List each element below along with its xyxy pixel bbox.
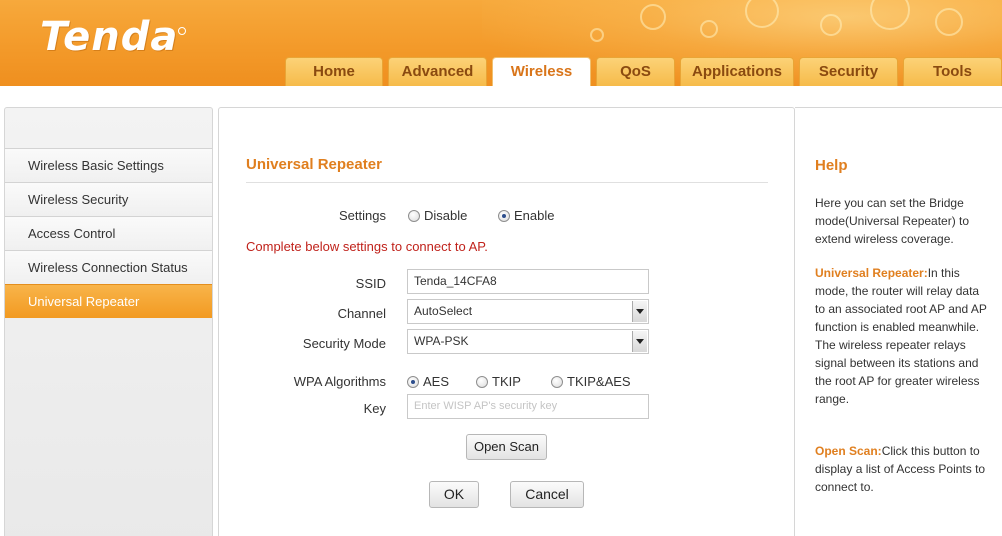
- help-title: Help: [815, 157, 848, 174]
- sidebar-item-wireless-security[interactable]: Wireless Security: [5, 182, 212, 216]
- wpa-tkip-aes-label: TKIP&AES: [567, 374, 631, 389]
- header-banner: Tenda Home Advanced Wireless QoS Applica…: [0, 0, 1002, 86]
- settings-disable-label: Disable: [424, 208, 468, 223]
- title-divider: [246, 182, 768, 183]
- help-universal-repeater: Universal Repeater:In this mode, the rou…: [815, 264, 987, 408]
- registered-mark-icon: [178, 27, 186, 35]
- security-mode-label: Security Mode: [302, 336, 386, 351]
- wpa-tkip-label: TKIP: [492, 374, 521, 389]
- tab-advanced[interactable]: Advanced: [388, 57, 487, 86]
- decor-circle: [820, 14, 842, 36]
- tab-qos[interactable]: QoS: [596, 57, 675, 86]
- wpa-tkip-aes-radio[interactable]: [551, 376, 563, 388]
- key-label: Key: [363, 401, 386, 416]
- key-input[interactable]: Enter WISP AP's security key: [407, 394, 649, 419]
- help-term-universal-repeater: Universal Repeater:: [815, 266, 928, 280]
- channel-select[interactable]: AutoSelect: [407, 299, 649, 324]
- tab-security[interactable]: Security: [799, 57, 898, 86]
- tab-tools[interactable]: Tools: [903, 57, 1002, 86]
- decor-circle: [700, 20, 718, 38]
- main-nav-tabs: Home Advanced Wireless QoS Applications …: [0, 57, 1002, 86]
- sidebar-item-access-control[interactable]: Access Control: [5, 216, 212, 250]
- wpa-aes-label: AES: [423, 374, 450, 389]
- decor-circle: [590, 28, 604, 42]
- help-intro: Here you can set the Bridge mode(Univers…: [815, 196, 970, 246]
- channel-value: AutoSelect: [414, 304, 473, 318]
- help-open-scan: Open Scan:Click this button to display a…: [815, 442, 987, 496]
- sidebar: Wireless Basic Settings Wireless Securit…: [4, 107, 213, 536]
- ssid-label: SSID: [355, 276, 386, 291]
- help-panel: Help Here you can set the Bridge mode(Un…: [795, 107, 1002, 536]
- chevron-down-icon[interactable]: [632, 331, 647, 352]
- sidebar-item-universal-repeater[interactable]: Universal Repeater: [5, 284, 212, 318]
- router-admin-page: { "brand": { "logo_text": "Tenda" }, "na…: [0, 0, 1002, 536]
- settings-disable-radio[interactable]: [408, 210, 420, 222]
- help-text-universal-repeater: In this mode, the router will relay data…: [815, 266, 987, 406]
- decor-circle: [935, 8, 963, 36]
- tab-wireless[interactable]: Wireless: [492, 57, 591, 86]
- tab-home[interactable]: Home: [285, 57, 383, 86]
- help-term-open-scan: Open Scan:: [815, 444, 882, 458]
- wpa-algorithms-label: WPA Algorithms: [293, 374, 386, 389]
- settings-enable-radio[interactable]: [498, 210, 510, 222]
- channel-label: Channel: [337, 306, 386, 321]
- ok-button[interactable]: OK: [429, 481, 479, 508]
- sidebar-item-wireless-connection-status[interactable]: Wireless Connection Status: [5, 250, 212, 284]
- open-scan-button[interactable]: Open Scan: [466, 434, 547, 460]
- chevron-down-icon[interactable]: [632, 301, 647, 322]
- settings-label: Settings: [339, 208, 386, 223]
- settings-enable-label: Enable: [514, 208, 555, 223]
- header-spacer: [0, 86, 1002, 106]
- tenda-logo: Tenda: [40, 14, 179, 60]
- security-mode-value: WPA-PSK: [414, 334, 469, 348]
- cancel-button[interactable]: Cancel: [510, 481, 584, 508]
- sidebar-item-wireless-basic-settings[interactable]: Wireless Basic Settings: [5, 148, 212, 182]
- wpa-tkip-radio[interactable]: [476, 376, 488, 388]
- wpa-aes-radio[interactable]: [407, 376, 419, 388]
- security-mode-select[interactable]: WPA-PSK: [407, 329, 649, 354]
- connect-notice: Complete below settings to connect to AP…: [246, 239, 488, 254]
- page-title: Universal Repeater: [246, 156, 382, 173]
- ssid-input[interactable]: Tenda_14CFA8: [407, 269, 649, 294]
- tab-applications[interactable]: Applications: [680, 57, 794, 86]
- decor-circle: [640, 4, 666, 30]
- main-content: Universal Repeater Settings Disable Enab…: [218, 107, 795, 536]
